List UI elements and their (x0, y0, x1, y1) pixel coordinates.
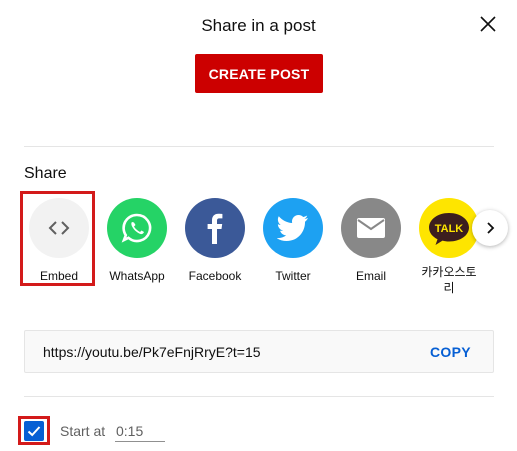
facebook-circle (185, 198, 245, 258)
facebook-icon (207, 213, 223, 244)
whatsapp-circle (107, 198, 167, 258)
kakao-talk-icon: TALK (429, 213, 469, 245)
share-item-label: Facebook (188, 269, 242, 283)
share-url[interactable]: https://youtu.be/Pk7eFnjRryE?t=15 (43, 344, 261, 360)
create-post-button[interactable]: CREATE POST (195, 54, 323, 93)
checkbox-highlight-annotation (18, 416, 50, 445)
email-circle (341, 198, 401, 258)
embed-highlight-annotation (20, 191, 95, 286)
next-share-options-button[interactable] (472, 210, 508, 246)
close-icon (480, 16, 496, 32)
share-item-kakaostory[interactable]: TALK 카카오스토리 (417, 198, 481, 296)
share-item-label: WhatsApp (109, 269, 165, 283)
divider (24, 396, 494, 397)
share-heading: Share (24, 165, 67, 182)
share-item-twitter[interactable]: Twitter (261, 198, 325, 284)
share-item-label: Email (355, 269, 386, 283)
kakao-circle: TALK (419, 198, 479, 258)
copy-button[interactable]: COPY (430, 344, 471, 360)
twitter-circle (263, 198, 323, 258)
close-button[interactable] (476, 12, 500, 36)
start-at-time-input[interactable] (115, 421, 165, 442)
share-item-label: Twitter (275, 269, 311, 283)
whatsapp-icon (121, 213, 152, 243)
dialog-title: Share in a post (201, 16, 316, 35)
chevron-right-icon (487, 222, 495, 234)
share-item-facebook[interactable]: Facebook (183, 198, 247, 284)
share-url-box: https://youtu.be/Pk7eFnjRryE?t=15 COPY (24, 330, 494, 373)
twitter-icon (277, 215, 308, 241)
svg-text:TALK: TALK (435, 223, 464, 235)
email-icon (357, 218, 385, 238)
start-at-label: Start at (60, 423, 106, 439)
share-item-label: 카카오스토리 (421, 265, 477, 295)
share-item-whatsapp[interactable]: WhatsApp (105, 198, 169, 284)
share-item-email[interactable]: Email (339, 198, 403, 284)
divider (24, 146, 494, 147)
